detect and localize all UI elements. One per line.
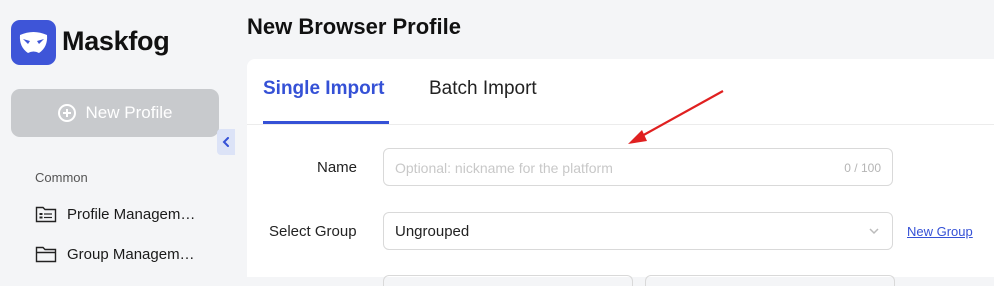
select-group-label: Select Group xyxy=(269,223,357,240)
name-label: Name xyxy=(317,159,358,176)
page-title: New Browser Profile xyxy=(247,14,461,39)
group-select[interactable]: Ungrouped xyxy=(383,212,893,250)
active-tab-indicator xyxy=(263,121,389,124)
sidebar: Maskfog New Profile Common Profile Manag… xyxy=(0,0,235,277)
sidebar-item-label: Group Managem… xyxy=(67,245,195,263)
sidebar-item-group-management[interactable]: Group Managem… xyxy=(35,245,195,263)
sidebar-item-label: Profile Managem… xyxy=(67,205,196,223)
profile-list-icon xyxy=(35,206,57,223)
brand-name: Maskfog xyxy=(62,26,170,56)
chevron-down-icon xyxy=(869,228,879,235)
folder-icon xyxy=(35,246,57,263)
name-char-counter: 0 / 100 xyxy=(844,161,881,175)
name-input[interactable]: Optional: nickname for the platform 0 / … xyxy=(383,148,893,186)
new-profile-button[interactable]: New Profile xyxy=(11,89,219,137)
tab-single-import[interactable]: Single Import xyxy=(263,78,384,100)
section-label-common: Common xyxy=(35,170,88,185)
import-card: Single Import Batch Import Name Optional… xyxy=(247,59,994,286)
import-tabs: Single Import Batch Import xyxy=(247,59,994,125)
name-placeholder: Optional: nickname for the platform xyxy=(395,160,613,176)
chevron-left-icon xyxy=(222,137,229,147)
plus-circle-icon xyxy=(57,104,76,122)
sidebar-item-profile-management[interactable]: Profile Managem… xyxy=(35,205,195,223)
group-select-value: Ungrouped xyxy=(395,223,470,240)
new-group-link[interactable]: New Group xyxy=(907,224,973,239)
sidebar-collapse-button[interactable] xyxy=(217,129,235,155)
maskfog-logo-icon xyxy=(11,20,56,65)
new-profile-label: New Profile xyxy=(85,103,173,122)
tab-batch-import[interactable]: Batch Import xyxy=(429,78,537,100)
